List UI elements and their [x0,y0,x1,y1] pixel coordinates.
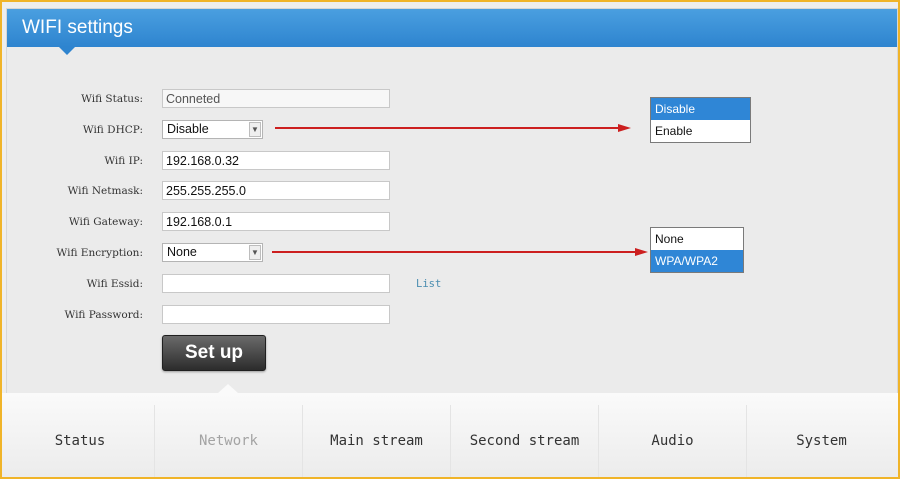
title-notch [59,47,75,55]
wifi-dhcp-label: Wifi DHCP: [82,124,143,136]
wifi-encryption-label: Wifi Encryption: [56,247,144,259]
encryption-option-none[interactable]: None [651,228,743,250]
tab-audio[interactable]: Audio [598,405,746,477]
chevron-down-icon[interactable]: ▼ [249,122,261,137]
essid-list-link[interactable]: List [416,274,441,294]
panel-title: WIFI settings [7,9,897,55]
arrow-head-icon [618,124,631,132]
dhcp-option-disable[interactable]: Disable [651,98,750,120]
annotation-arrow-dhcp [275,127,620,129]
arrow-head-icon [635,248,648,256]
wifi-ip-label: Wifi IP: [104,155,143,167]
tab-main-stream[interactable]: Main stream [302,405,450,477]
chevron-down-icon[interactable]: ▼ [249,245,261,260]
tab-second-stream[interactable]: Second stream [450,405,598,477]
active-tab-notch [218,384,238,393]
wifi-netmask-label: Wifi Netmask: [67,185,143,197]
dhcp-option-enable[interactable]: Enable [651,120,750,142]
dhcp-options-list: Disable Enable [650,97,751,143]
wifi-status-label: Wifi Status: [81,93,143,105]
encryption-options-list: None WPA/WPA2 [650,227,744,273]
wifi-encryption-selected: None [167,245,197,259]
wifi-encryption-select[interactable]: None ▼ [162,243,263,262]
panel-title-text: WIFI settings [22,17,133,38]
bottom-tab-bar: Status Network Main stream Second stream… [2,384,898,477]
tab-system[interactable]: System [746,405,896,477]
wifi-password-field[interactable] [162,305,390,324]
wifi-gateway-label: Wifi Gateway: [68,216,143,228]
wifi-status-field: Conneted [162,89,390,108]
setup-button[interactable]: Set up [162,335,266,371]
wifi-gateway-field[interactable]: 192.168.0.1 [162,212,390,231]
wifi-password-label: Wifi Password: [64,309,143,321]
encryption-option-wpa[interactable]: WPA/WPA2 [651,250,743,272]
wifi-dhcp-select[interactable]: Disable ▼ [162,120,263,139]
tab-status[interactable]: Status [6,405,154,477]
wifi-essid-label: Wifi Essid: [86,278,143,290]
wifi-netmask-field[interactable]: 255.255.255.0 [162,181,390,200]
annotation-arrow-encryption [272,251,637,253]
tab-network[interactable]: Network [154,405,302,477]
wifi-settings-panel: WIFI settings Wifi Status: Conneted Wifi… [6,8,898,394]
wifi-essid-field[interactable] [162,274,390,293]
wifi-ip-field[interactable]: 192.168.0.32 [162,151,390,170]
wifi-dhcp-selected: Disable [167,122,209,136]
